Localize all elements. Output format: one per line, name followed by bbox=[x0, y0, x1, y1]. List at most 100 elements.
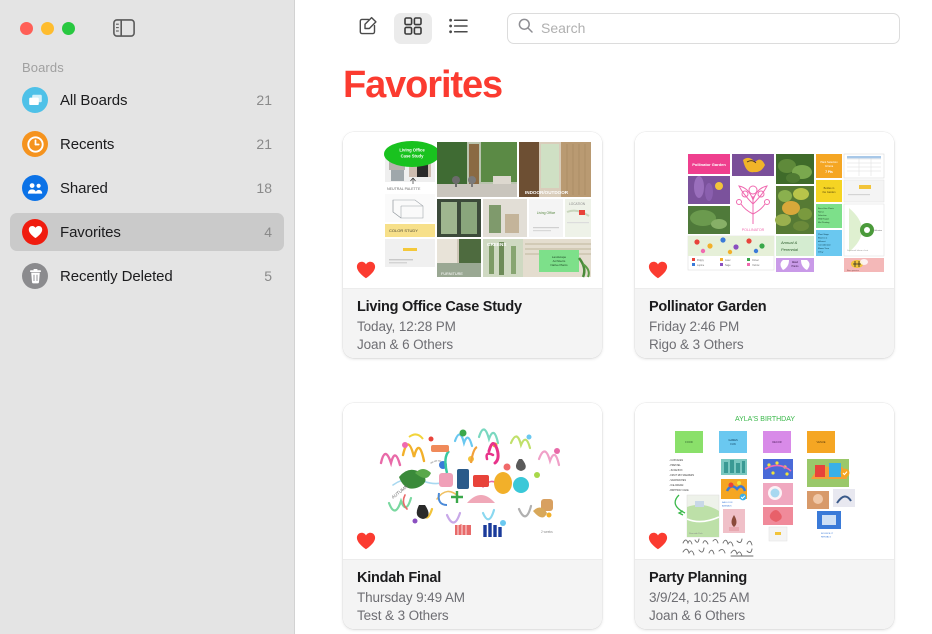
svg-text:7 Pts: 7 Pts bbox=[825, 170, 833, 174]
svg-text:GAMES: GAMES bbox=[728, 438, 738, 442]
svg-text:Consideration: Consideration bbox=[818, 243, 832, 246]
clock-icon bbox=[22, 131, 48, 157]
svg-text:- BIRTHDAY CAKE: - BIRTHDAY CAKE bbox=[669, 489, 689, 492]
svg-text:- FRUIT MIX SKEWERS: - FRUIT MIX SKEWERS bbox=[669, 475, 694, 477]
page-title: Favorites bbox=[343, 64, 503, 106]
svg-text:Plant Selection: Plant Selection bbox=[820, 160, 838, 164]
sidebar-toggle-icon[interactable] bbox=[113, 19, 135, 38]
svg-text:Pollinator Garden: Pollinator Garden bbox=[692, 162, 726, 167]
svg-text:different: different bbox=[818, 240, 826, 243]
sidebar-item-count: 4 bbox=[264, 224, 272, 240]
close-button[interactable] bbox=[20, 21, 33, 35]
minimize-button[interactable] bbox=[41, 21, 54, 35]
svg-text:Native: Native bbox=[818, 210, 825, 213]
svg-text:- CUPCAKES: - CUPCAKES bbox=[669, 459, 684, 462]
sidebar: Boards All Boards 21 Recents 21 Shared 1… bbox=[0, 0, 295, 634]
sidebar-item-count: 5 bbox=[264, 268, 272, 284]
svg-text:LOCATION: LOCATION bbox=[569, 202, 586, 206]
board-collaborators: Test & 3 Others bbox=[357, 608, 449, 624]
window-controls bbox=[0, 0, 294, 56]
svg-text:Yarrow: Yarrow bbox=[752, 263, 760, 266]
svg-text:Living Office: Living Office bbox=[537, 211, 556, 215]
board-card[interactable]: AUTUMN 2 weeks Kindah Final Thursday 9:4… bbox=[343, 402, 602, 629]
svg-text:Criteria: Criteria bbox=[825, 164, 834, 168]
sidebar-item-count: 21 bbox=[256, 92, 272, 108]
list-view-button[interactable] bbox=[439, 13, 477, 44]
sidebar-item-label: Favorites bbox=[60, 223, 121, 241]
sidebar-item-all-boards[interactable]: All Boards 21 bbox=[10, 81, 284, 119]
svg-text:Seasonal bloom chart: Seasonal bloom chart bbox=[847, 249, 869, 252]
sidebar-item-count: 18 bbox=[256, 180, 272, 196]
board-collaborators: Joan & 6 Others bbox=[357, 337, 454, 353]
board-card[interactable]: Pollinator Garden POLLINATOR Poppy Aster… bbox=[635, 131, 894, 358]
board-handwritten-title: AYLA'S BIRTHDAY bbox=[735, 416, 795, 423]
board-title: Kindah Final bbox=[357, 569, 441, 586]
sidebar-item-count: 21 bbox=[256, 136, 272, 152]
svg-text:INDOOR/OUTDOOR: INDOOR/OUTDOOR bbox=[525, 190, 569, 195]
favorite-heart-icon[interactable] bbox=[356, 532, 376, 550]
board-date: 3/9/24, 10:25 AM bbox=[649, 589, 750, 605]
svg-text:Plants: Plants bbox=[792, 265, 800, 268]
grid-icon bbox=[404, 16, 422, 40]
favorite-heart-icon[interactable] bbox=[648, 261, 668, 279]
board-thumbnail: AYLA'S BIRTHDAY FOOD GAMES FUN DECOR VEN… bbox=[635, 402, 894, 559]
people-icon bbox=[22, 175, 48, 201]
zoom-button[interactable] bbox=[62, 21, 75, 35]
heart-icon bbox=[22, 219, 48, 245]
sidebar-item-shared[interactable]: Shared 18 bbox=[10, 169, 284, 207]
svg-text:DECOR: DECOR bbox=[772, 440, 781, 444]
new-board-button[interactable] bbox=[349, 13, 387, 44]
svg-text:Mix Planting: Mix Planting bbox=[818, 221, 830, 224]
sidebar-item-recently-deleted[interactable]: Recently Deleted 5 bbox=[10, 257, 284, 295]
svg-text:- ICE-CREAM: - ICE-CREAM bbox=[669, 484, 683, 487]
board-title: Living Office Case Study bbox=[357, 298, 522, 315]
list-icon bbox=[448, 18, 468, 39]
sidebar-item-favorites[interactable]: Favorites 4 bbox=[10, 213, 284, 251]
birthday-party-board-art: AYLA'S BIRTHDAY FOOD GAMES FUN DECOR VEN… bbox=[635, 402, 894, 559]
board-thumbnail: Pollinator Garden POLLINATOR Poppy Aster… bbox=[635, 131, 894, 288]
svg-text:Living Office: Living Office bbox=[399, 147, 425, 152]
sidebar-section-label: Boards bbox=[22, 60, 64, 75]
sidebar-item-label: Shared bbox=[60, 179, 108, 197]
sidebar-item-label: Recently Deleted bbox=[60, 267, 173, 285]
svg-text:BALLOON: BALLOON bbox=[722, 501, 733, 504]
svg-text:NEUTRAL PALETTE: NEUTRAL PALETTE bbox=[387, 187, 421, 191]
board-date: Today, 12:28 PM bbox=[357, 318, 456, 334]
svg-text:- SANDWICHES: - SANDWICHES bbox=[669, 479, 686, 482]
sidebar-item-recents[interactable]: Recents 21 bbox=[10, 125, 284, 163]
svg-text:Sage: Sage bbox=[725, 263, 731, 266]
board-date: Thursday 9:49 AM bbox=[357, 589, 465, 605]
moodboard-garden-plants-art: Pollinator Garden POLLINATOR Poppy Aster… bbox=[635, 131, 894, 288]
board-card[interactable]: NEUTRAL PALETTE COLOR STUDY Living Offic… bbox=[343, 131, 602, 358]
svg-text:Selection: Selection bbox=[818, 214, 827, 217]
boards-grid: NEUTRAL PALETTE COLOR STUDY Living Offic… bbox=[295, 108, 932, 629]
board-card[interactable]: AYLA'S BIRTHDAY FOOD GAMES FUN DECOR VEN… bbox=[635, 402, 894, 629]
svg-text:Riverside Park: Riverside Park bbox=[689, 532, 703, 535]
sidebar-item-label: Recents bbox=[60, 135, 115, 153]
search-input[interactable] bbox=[541, 20, 889, 36]
board-meta: Living Office Case Study Today, 12:28 PM… bbox=[343, 287, 602, 358]
svg-text:Case Study: Case Study bbox=[401, 153, 424, 158]
main-content: Favorites NEUT bbox=[295, 0, 932, 634]
svg-text:the Garden: the Garden bbox=[823, 190, 837, 194]
svg-text:FOOD: FOOD bbox=[685, 440, 693, 444]
svg-text:Blooms at: Blooms at bbox=[818, 236, 828, 239]
grid-view-button[interactable] bbox=[394, 12, 432, 44]
svg-text:Bees Hive Plants: Bees Hive Plants bbox=[818, 207, 834, 210]
svg-text:Bloom Time: Bloom Time bbox=[818, 248, 830, 250]
svg-text:Aster: Aster bbox=[725, 258, 731, 261]
board-meta: Kindah Final Thursday 9:49 AM Test & 3 O… bbox=[343, 558, 602, 629]
svg-text:Clover: Clover bbox=[752, 258, 759, 261]
svg-text:POLLINATOR: POLLINATOR bbox=[742, 228, 765, 232]
svg-text:VENUE: VENUE bbox=[817, 440, 826, 444]
svg-text:- JUICE BOX: - JUICE BOX bbox=[669, 470, 683, 472]
svg-text:ANIMALS: ANIMALS bbox=[722, 504, 732, 507]
search-field[interactable] bbox=[507, 12, 900, 44]
board-collaborators: Joan & 6 Others bbox=[649, 608, 746, 624]
favorite-heart-icon[interactable] bbox=[356, 261, 376, 279]
svg-text:Bodies in: Bodies in bbox=[824, 186, 835, 190]
svg-text:2 weeks: 2 weeks bbox=[541, 530, 553, 534]
svg-text:Native Plants: Native Plants bbox=[550, 263, 568, 267]
favorite-heart-icon[interactable] bbox=[648, 532, 668, 550]
svg-text:FUN: FUN bbox=[730, 442, 735, 446]
